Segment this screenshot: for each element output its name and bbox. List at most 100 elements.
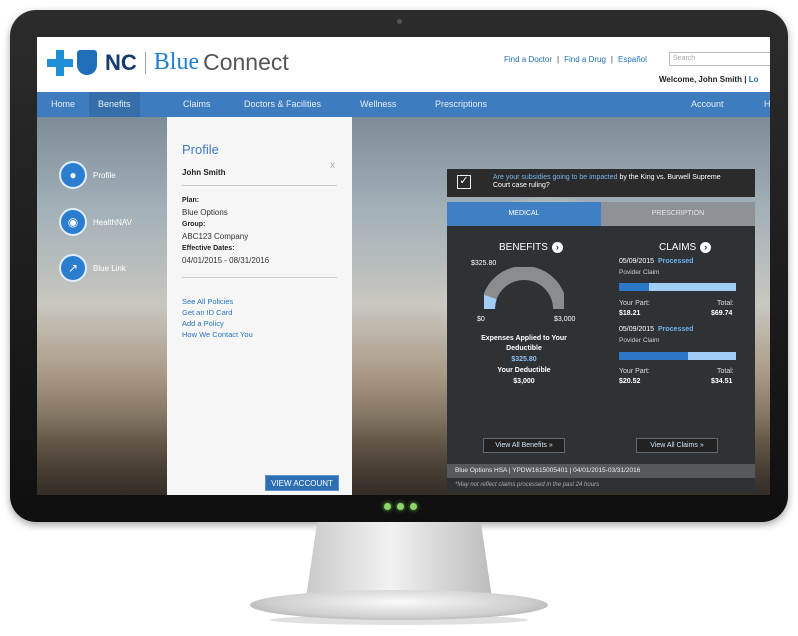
plan-label: Plan:: [182, 197, 200, 204]
checkbox-icon: ✓: [457, 175, 471, 189]
subsidy-notice[interactable]: ✓ Are your subsidies going to be impacte…: [447, 169, 755, 197]
benefits-heading-text: BENEFITS: [499, 242, 548, 253]
contact-preferences-link[interactable]: How We Contact You: [182, 330, 253, 339]
link-separator: |: [557, 55, 560, 64]
link-separator: |: [610, 55, 613, 64]
your-part-label: Your Part:: [619, 368, 650, 375]
see-all-policies-link[interactable]: See All Policies: [182, 297, 233, 306]
view-account-button[interactable]: VIEW ACCOUNT: [265, 475, 339, 491]
logo-blue: Blue: [153, 49, 200, 75]
welcome-separator: |: [744, 75, 747, 84]
claims-footnote: *May not reflect claims processed in the…: [447, 478, 755, 492]
gauge-fill: [484, 294, 497, 310]
claims-heading[interactable]: CLAIMS ›: [659, 242, 712, 253]
dates-label: Effective Dates:: [182, 245, 235, 252]
logo-divider: [144, 51, 146, 74]
find-doctor-link[interactable]: Find a Doctor: [504, 55, 552, 64]
monitor-stand-neck: [306, 522, 492, 598]
total-label: Total:: [717, 368, 734, 375]
get-id-card-link[interactable]: Get an ID Card: [182, 308, 232, 317]
location-pin-icon: ◉: [67, 215, 79, 229]
group-value: ABC123 Company: [182, 232, 249, 241]
plan-summary-bar: Blue Options HSA | YPDW1615005401 | 04/0…: [447, 464, 755, 478]
view-all-claims-button[interactable]: View All Claims »: [636, 438, 718, 453]
nav-benefits[interactable]: Benefits: [89, 92, 140, 117]
claims-heading-text: CLAIMS: [659, 242, 697, 253]
applied-label-2: Deductible: [506, 345, 542, 352]
deductible-gauge: [484, 267, 564, 310]
close-icon[interactable]: x: [330, 160, 335, 171]
tab-prescription[interactable]: PRESCRIPTION: [601, 202, 755, 226]
benefits-heading[interactable]: BENEFITS ›: [499, 242, 563, 253]
claim-status: Processed: [658, 258, 694, 265]
sidebar-item-blue-link[interactable]: Blue Link: [93, 264, 126, 273]
deductible-label: Your Deductible: [497, 367, 551, 374]
claim-progress-fill: [619, 283, 650, 291]
claim-progress-fill: [619, 352, 689, 360]
link-icon: ↗: [67, 261, 79, 275]
member-name: John Smith: [182, 168, 226, 177]
nav-home[interactable]: Home: [51, 99, 75, 109]
gauge-min: $0: [477, 316, 485, 323]
nav-help[interactable]: H: [764, 99, 770, 109]
monitor-stand-base: [250, 590, 548, 620]
your-part-value: $18.21: [619, 310, 641, 317]
your-part-label: Your Part:: [619, 300, 650, 307]
nav-account[interactable]: Account: [691, 99, 724, 109]
divider: [182, 185, 337, 186]
claim-status: Processed: [658, 326, 694, 333]
claim-date: 05/09/2015: [619, 326, 655, 333]
nav-claims[interactable]: Claims: [183, 99, 211, 109]
logout-link[interactable]: Lo: [749, 75, 759, 84]
site-header: NC Blue Connect Find a Doctor | Find a D…: [37, 37, 770, 92]
nav-wellness[interactable]: Wellness: [360, 99, 396, 109]
add-policy-link[interactable]: Add a Policy: [182, 319, 224, 328]
indicator-lights: [384, 503, 417, 510]
claim-progress: [619, 352, 736, 360]
search-input[interactable]: Search: [669, 52, 770, 66]
nav-doctors-facilities[interactable]: Doctors & Facilities: [244, 99, 321, 109]
healthnav-button[interactable]: ◉: [59, 208, 87, 236]
blue-link-button[interactable]: ↗: [59, 254, 87, 282]
notice-highlight[interactable]: Are your subsidies going to be impacted: [493, 174, 618, 181]
group-label: Group:: [182, 221, 206, 228]
view-all-benefits-button[interactable]: View All Benefits »: [483, 438, 565, 453]
gauge-track: [484, 267, 564, 310]
total-value: $69.74: [711, 310, 733, 317]
claim-type: Povider Claim: [619, 269, 660, 276]
welcome-user: Welcome, John Smith: [659, 75, 742, 84]
profile-panel: Profile x John Smith Plan: Blue Options …: [167, 117, 352, 495]
sidebar-item-healthnav[interactable]: HealthNAV: [93, 218, 132, 227]
profile-button[interactable]: ●: [59, 161, 87, 189]
dashboard-card: MEDICAL PRESCRIPTION BENEFITS › $325.80 $…: [447, 202, 755, 492]
plan-value: Blue Options: [182, 208, 228, 217]
dates-value: 04/01/2015 - 08/31/2016: [182, 256, 270, 265]
arrow-right-icon: ›: [551, 242, 563, 253]
tab-medical[interactable]: MEDICAL: [447, 202, 601, 226]
main-nav: Home Benefits Claims Doctors & Facilitie…: [37, 92, 770, 117]
profile-title: Profile: [182, 142, 219, 157]
screen: NC Blue Connect Find a Doctor | Find a D…: [37, 37, 770, 495]
applied-value: $325.80: [511, 356, 537, 363]
benefits-spent: $325.80: [471, 260, 497, 267]
total-label: Total:: [717, 300, 734, 307]
camera-dot: [397, 19, 402, 24]
user-icon: ●: [69, 168, 77, 182]
arrow-right-icon: ›: [700, 242, 712, 253]
claim-date: 05/09/2015: [619, 258, 655, 265]
espanol-link[interactable]: Español: [618, 55, 647, 64]
claim-progress: [619, 283, 736, 291]
total-value: $34.51: [711, 378, 733, 385]
gauge-max: $3,000: [554, 316, 576, 323]
blue-shield-icon: [77, 50, 97, 75]
sidebar-item-profile[interactable]: Profile: [93, 171, 116, 180]
nav-prescriptions[interactable]: Prescriptions: [435, 99, 487, 109]
find-drug-link[interactable]: Find a Drug: [564, 55, 606, 64]
divider: [182, 277, 337, 278]
monitor-scene: NC Blue Connect Find a Doctor | Find a D…: [0, 0, 798, 636]
logo[interactable]: NC Blue Connect: [47, 49, 289, 76]
your-part-value: $20.52: [619, 378, 641, 385]
blue-cross-icon: [47, 49, 73, 76]
deductible-value: $3,000: [513, 378, 535, 385]
applied-label-1: Expenses Applied to Your: [481, 335, 567, 342]
